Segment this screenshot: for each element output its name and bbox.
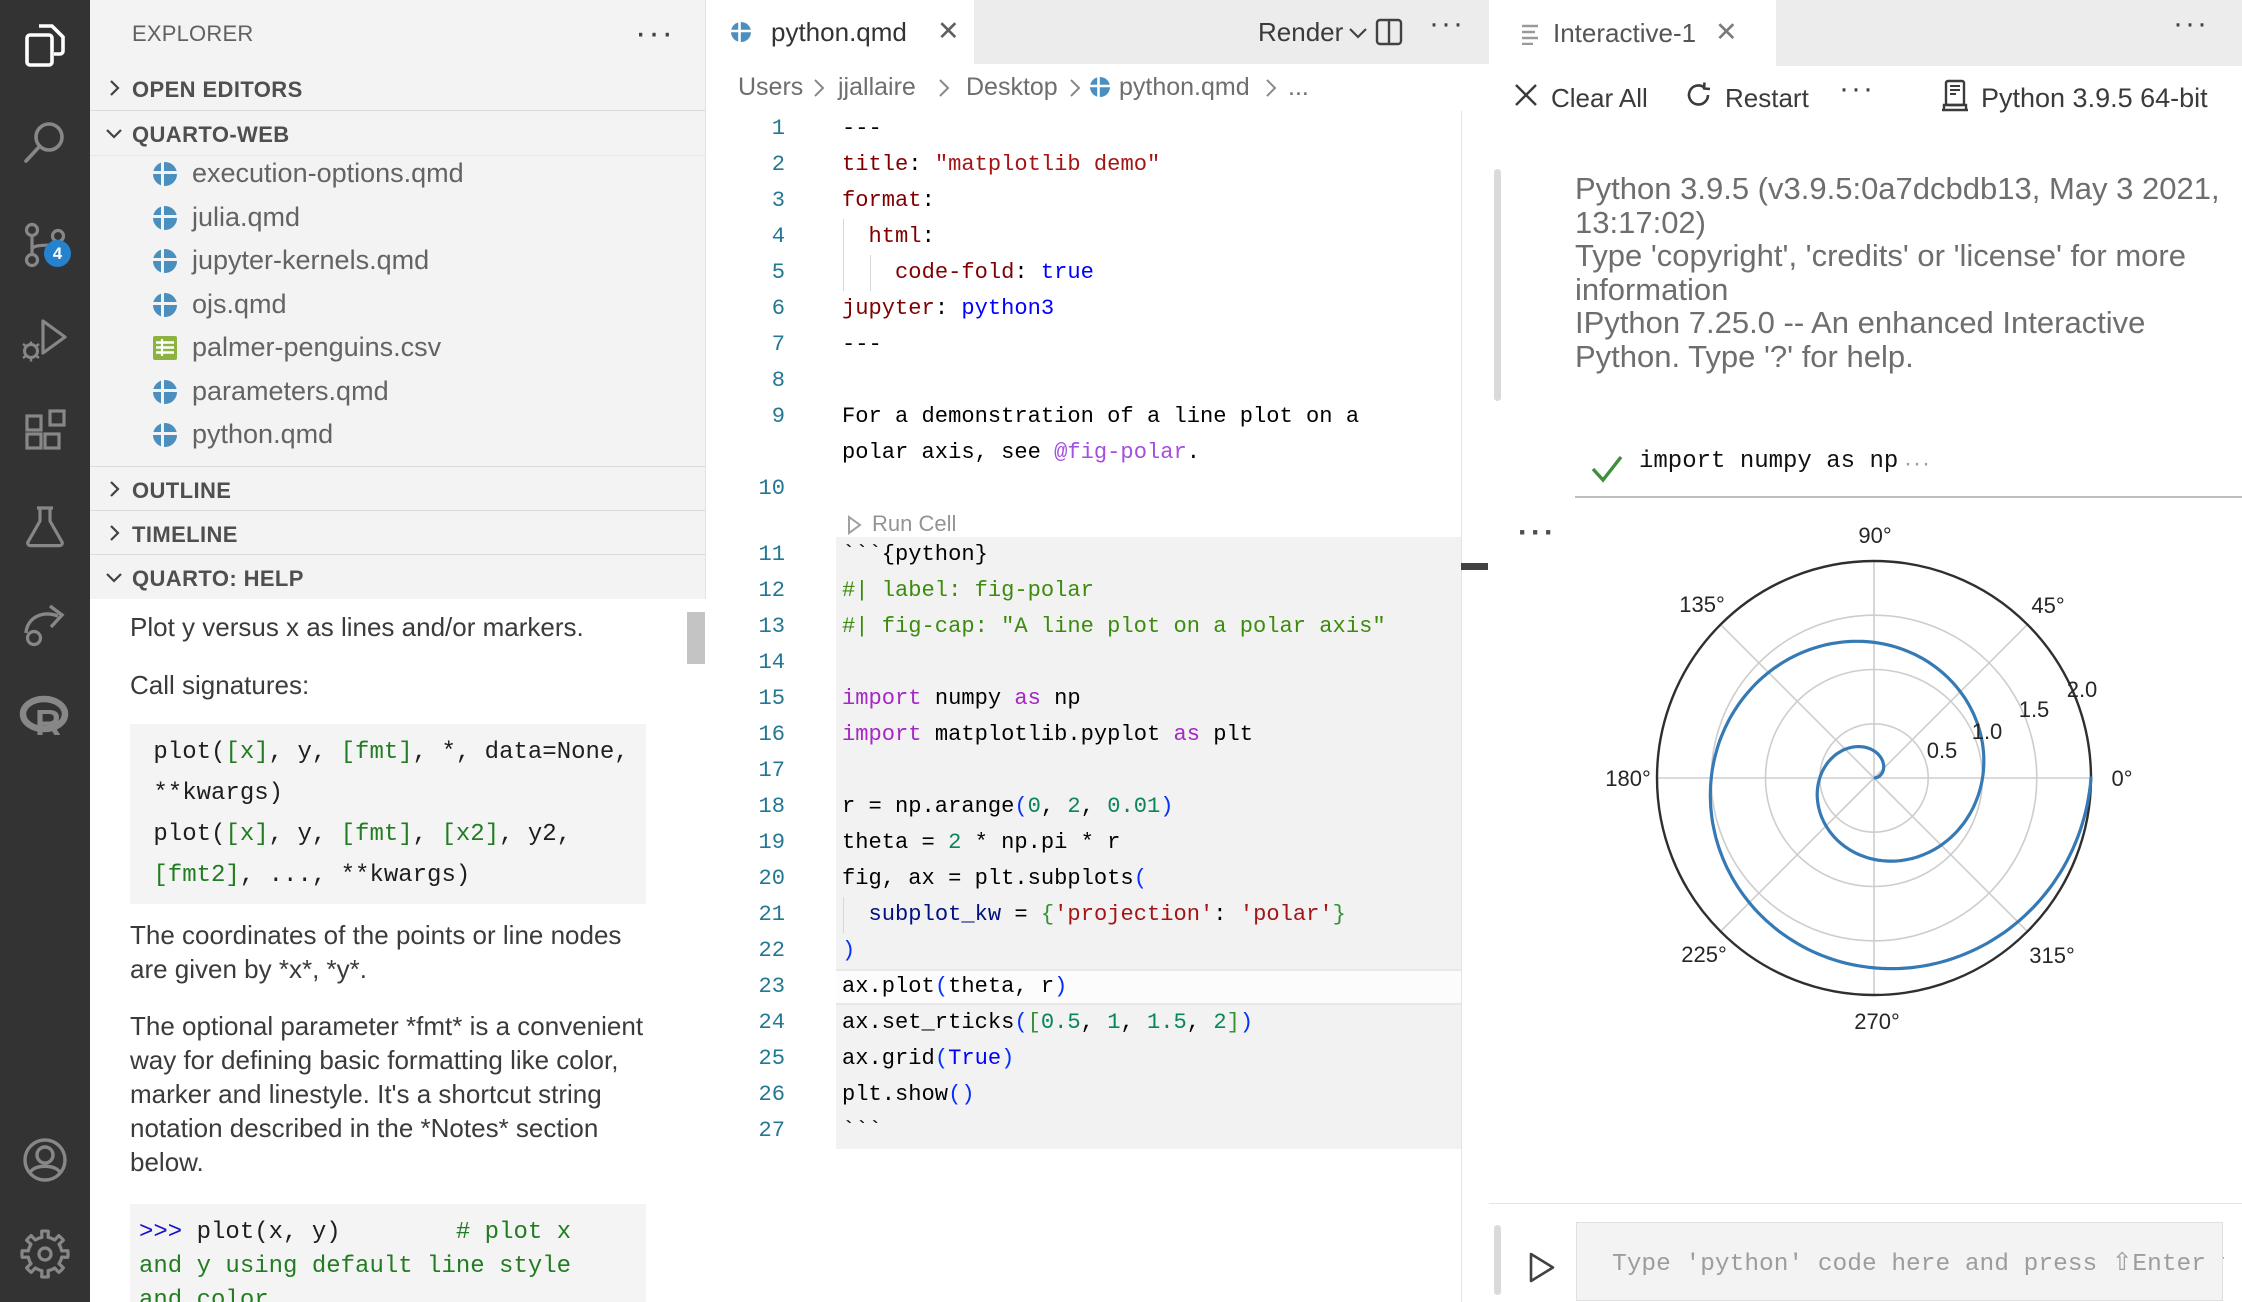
svg-text:315°: 315° [2029, 943, 2075, 968]
svg-text:1.0: 1.0 [1972, 719, 2003, 744]
svg-text:270°: 270° [1854, 1009, 1900, 1034]
svg-text:90°: 90° [1858, 523, 1891, 548]
svg-text:45°: 45° [2031, 593, 2064, 618]
svg-text:R: R [35, 702, 61, 743]
svg-text:2.0: 2.0 [2067, 677, 2098, 702]
svg-text:225°: 225° [1681, 942, 1727, 967]
svg-text:135°: 135° [1679, 592, 1725, 617]
svg-text:0.5: 0.5 [1927, 738, 1958, 763]
svg-text:0°: 0° [2111, 766, 2132, 791]
svg-text:1.5: 1.5 [2019, 697, 2050, 722]
svg-text:180°: 180° [1605, 766, 1651, 791]
